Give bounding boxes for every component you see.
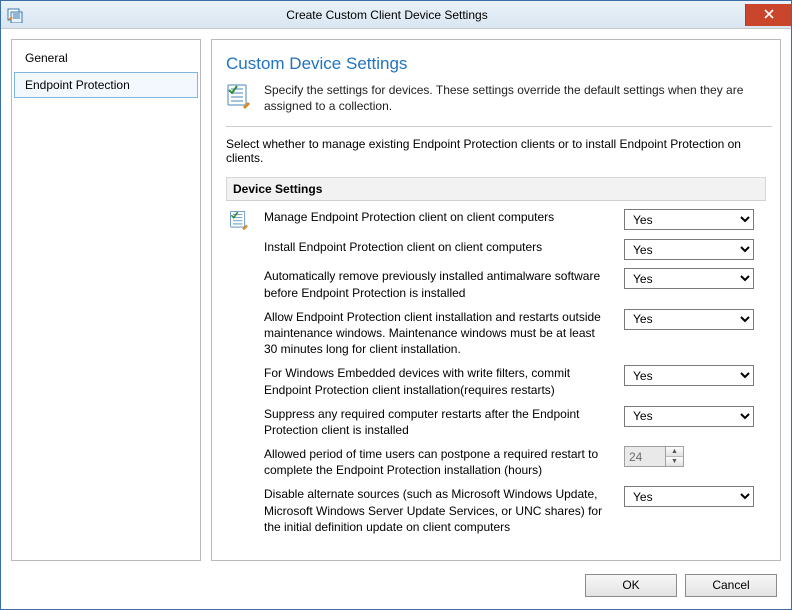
close-icon bbox=[764, 8, 774, 21]
instruction-text: Select whether to manage existing Endpoi… bbox=[226, 137, 772, 165]
setting-label: Allowed period of time users can postpon… bbox=[264, 446, 612, 478]
setting-label: For Windows Embedded devices with write … bbox=[264, 365, 612, 397]
sidebar: General Endpoint Protection bbox=[11, 39, 201, 561]
setting-select-install-ep[interactable]: Yes bbox=[624, 239, 754, 260]
setting-row: Suppress any required computer restarts … bbox=[226, 402, 766, 442]
window-title: Create Custom Client Device Settings bbox=[29, 8, 745, 22]
spinner-down-icon: ▼ bbox=[666, 457, 683, 466]
sidebar-item-endpoint-protection[interactable]: Endpoint Protection bbox=[14, 72, 198, 98]
close-button[interactable] bbox=[745, 4, 791, 26]
settings-icon bbox=[226, 82, 254, 110]
group-header: Device Settings bbox=[226, 177, 766, 201]
setting-label: Allow Endpoint Protection client install… bbox=[264, 309, 612, 358]
setting-label: Suppress any required computer restarts … bbox=[264, 406, 612, 438]
dialog-window: Create Custom Client Device Settings Gen… bbox=[0, 0, 792, 610]
setting-select-suppress-restart[interactable]: Yes bbox=[624, 406, 754, 427]
setting-label: Disable alternate sources (such as Micro… bbox=[264, 486, 612, 535]
settings-scroll-wrap: Device Settings Manage Endpoint Protecti… bbox=[226, 177, 772, 550]
spinner-up-icon: ▲ bbox=[666, 447, 683, 457]
titlebar-buttons bbox=[745, 4, 791, 26]
setting-row: Disable alternate sources (such as Micro… bbox=[226, 482, 766, 539]
setting-label: Automatically remove previously installe… bbox=[264, 268, 612, 300]
setting-select-manage-ep[interactable]: Yes bbox=[624, 209, 754, 230]
setting-row: Manage Endpoint Protection client on cli… bbox=[226, 205, 766, 235]
setting-select-auto-remove[interactable]: Yes bbox=[624, 268, 754, 289]
setting-select-embedded-commit[interactable]: Yes bbox=[624, 365, 754, 386]
settings-area[interactable]: Device Settings Manage Endpoint Protecti… bbox=[226, 177, 772, 550]
setting-select-allow-outside-window[interactable]: Yes bbox=[624, 309, 754, 330]
cancel-button[interactable]: Cancel bbox=[685, 574, 777, 597]
main-panel: Custom Device Settings Specify the setti… bbox=[211, 39, 781, 561]
ok-button[interactable]: OK bbox=[585, 574, 677, 597]
setting-row: Allow Endpoint Protection client install… bbox=[226, 305, 766, 362]
dialog-footer: OK Cancel bbox=[1, 561, 791, 609]
row-icon bbox=[228, 209, 252, 231]
setting-select-disable-alt-sources[interactable]: Yes bbox=[624, 486, 754, 507]
setting-row: Allowed period of time users can postpon… bbox=[226, 442, 766, 482]
setting-row: Install Endpoint Protection client on cl… bbox=[226, 235, 766, 264]
setting-label: Install Endpoint Protection client on cl… bbox=[264, 239, 612, 255]
setting-row: For Windows Embedded devices with write … bbox=[226, 361, 766, 401]
spinner-input bbox=[625, 447, 665, 466]
titlebar: Create Custom Client Device Settings bbox=[1, 1, 791, 29]
sidebar-item-label: Endpoint Protection bbox=[25, 78, 130, 92]
description-row: Specify the settings for devices. These … bbox=[226, 82, 772, 114]
sidebar-item-label: General bbox=[25, 51, 68, 65]
setting-label: Manage Endpoint Protection client on cli… bbox=[264, 209, 612, 225]
page-title: Custom Device Settings bbox=[226, 54, 772, 74]
description-text: Specify the settings for devices. These … bbox=[264, 82, 772, 114]
setting-spinner-postpone-hours: ▲ ▼ bbox=[624, 446, 684, 467]
client-area: General Endpoint Protection Custom Devic… bbox=[1, 29, 791, 561]
sidebar-item-general[interactable]: General bbox=[14, 45, 198, 71]
setting-row: Automatically remove previously installe… bbox=[226, 264, 766, 304]
app-icon bbox=[7, 7, 23, 23]
spinner-buttons: ▲ ▼ bbox=[665, 447, 683, 466]
separator bbox=[226, 126, 772, 127]
